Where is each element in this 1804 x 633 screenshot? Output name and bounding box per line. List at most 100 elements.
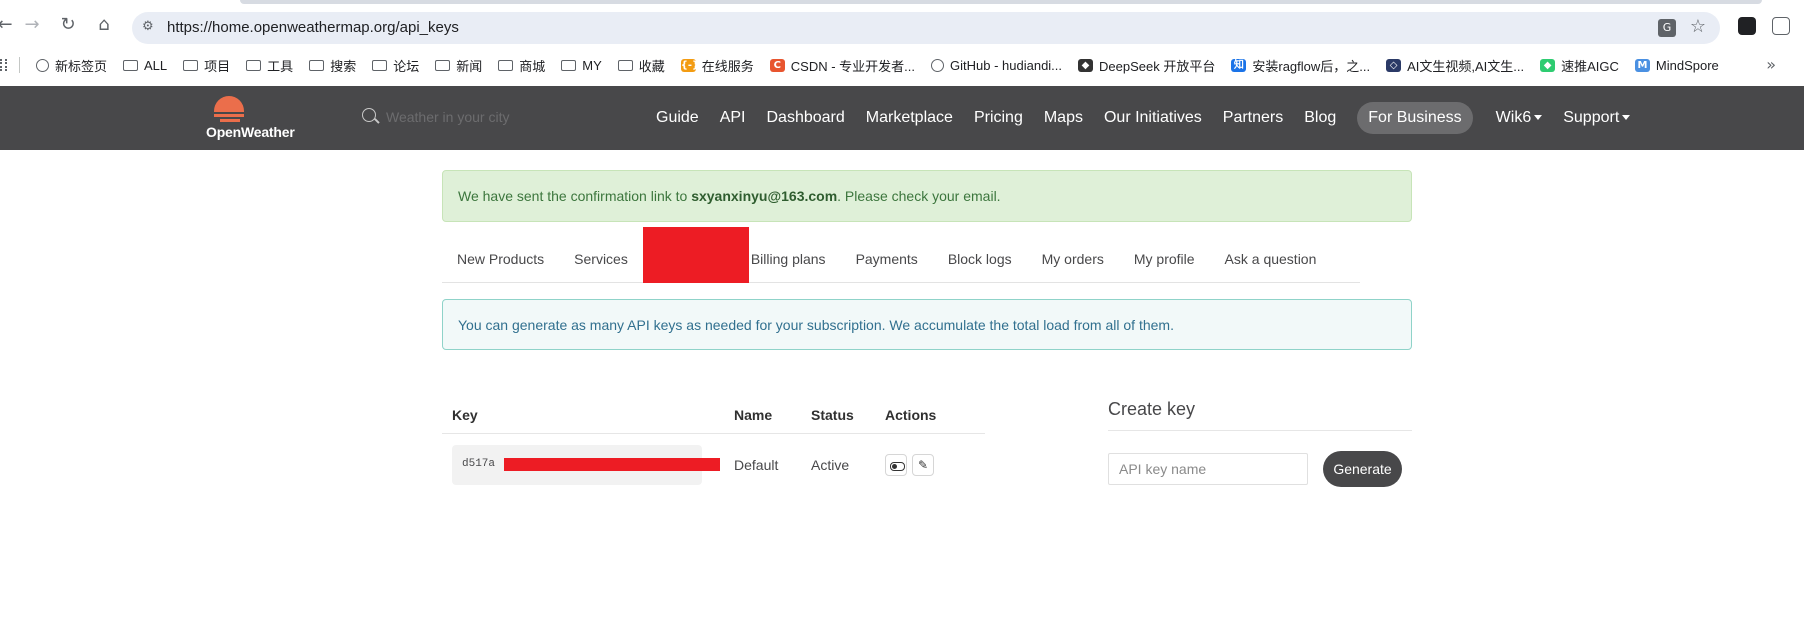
api-keys-table: Key Name Status Actions d517a Default Ac…	[442, 397, 985, 497]
bookmark-item[interactable]: ◆ 速推AIGC	[1540, 56, 1619, 75]
nav-pricing[interactable]: Pricing	[974, 109, 1023, 127]
site-info-icon[interactable]: ⚙	[142, 19, 160, 37]
extensions-puzzle-icon[interactable]	[1772, 17, 1790, 35]
apps-grid-icon[interactable]	[0, 59, 7, 71]
tab-billing-plans[interactable]: Billing plans	[751, 251, 841, 267]
site-favicon-icon: M	[1634, 58, 1650, 72]
home-icon[interactable]: ⌂	[93, 13, 115, 35]
bookmark-label: MindSpore	[1655, 57, 1719, 73]
openweather-logo[interactable]: OpenWeather	[206, 96, 302, 142]
api-key-text: d517a	[462, 458, 496, 471]
tab-services[interactable]: Services	[559, 251, 643, 267]
redacted-tab[interactable]	[642, 227, 749, 283]
user-menu[interactable]: Wik6	[1496, 109, 1543, 127]
bookmark-star-icon[interactable]: ☆	[1690, 16, 1706, 37]
browser-toolbar: ← → ↻ ⌂ ⚙ https://home.openweathermap.or…	[0, 0, 1804, 46]
tab-payments[interactable]: Payments	[841, 251, 933, 267]
folder-icon	[372, 59, 388, 71]
bookmark-item[interactable]: GitHub - hudiandi...	[931, 58, 1062, 73]
tab-block-logs[interactable]: Block logs	[933, 251, 1027, 267]
extension-icon[interactable]	[1738, 17, 1756, 35]
nav-marketplace[interactable]: Marketplace	[866, 109, 953, 127]
search-icon	[362, 108, 376, 122]
chevron-down-icon	[1534, 115, 1543, 121]
api-key-value[interactable]: d517a	[452, 445, 720, 486]
header-key: Key	[442, 397, 724, 434]
bookmark-label: 安装ragflow后，之...	[1252, 58, 1371, 74]
bookmarks-bar: 新标签页 ALL 项目 工具 搜索 论坛 新闻 商城 MY 收藏 {-} 在线服务 C CSDN - 专业…	[0, 50, 1804, 80]
user-name: Wik6	[1495, 109, 1532, 126]
back-icon[interactable]: ←	[0, 13, 16, 35]
bookmark-item[interactable]: 新标签页	[36, 56, 107, 75]
toggle-icon[interactable]	[885, 454, 907, 477]
bookmark-item[interactable]: 搜索	[309, 56, 356, 75]
header-status: Status	[801, 397, 875, 434]
generate-button[interactable]: Generate	[1323, 451, 1402, 487]
bookmark-item[interactable]: M MindSpore	[1634, 57, 1719, 73]
key-cell: d517a	[442, 433, 724, 497]
tab-new-products[interactable]: New Products	[442, 251, 559, 267]
edit-icon[interactable]: ✎	[912, 454, 934, 477]
key-name-cell: Default	[734, 457, 779, 474]
header-name: Name	[724, 397, 801, 434]
create-key-title: Create key	[1108, 397, 1412, 431]
logo-stripe	[220, 119, 240, 122]
city-search-input[interactable]	[386, 106, 556, 128]
bookmark-item[interactable]: 收藏	[617, 56, 665, 75]
bookmark-label: 搜索	[330, 58, 357, 74]
folder-icon	[123, 59, 139, 71]
support-menu[interactable]: Support	[1563, 109, 1631, 127]
bookmark-label: 新闻	[456, 58, 483, 74]
nav-our-initiatives[interactable]: Our Initiatives	[1104, 109, 1202, 127]
tab-ask-a-question[interactable]: Ask a question	[1210, 251, 1332, 267]
confirmation-alert: We have sent the confirmation link to sx…	[442, 170, 1412, 222]
forward-icon[interactable]: →	[21, 13, 43, 35]
folder-icon	[435, 59, 451, 71]
bookmark-item[interactable]: ◆ DeepSeek 开放平台	[1078, 56, 1215, 75]
nav-guide[interactable]: Guide	[656, 109, 699, 127]
folder-icon	[561, 59, 577, 71]
nav-maps[interactable]: Maps	[1044, 109, 1083, 127]
address-bar[interactable]: ⚙ https://home.openweathermap.org/api_ke…	[132, 12, 1720, 44]
tab-my-profile[interactable]: My profile	[1119, 251, 1210, 267]
alert-prefix: We have sent the confirmation link to	[458, 188, 692, 204]
bookmark-item[interactable]: {-} 在线服务	[680, 56, 754, 75]
city-search[interactable]	[362, 106, 562, 130]
nav-api[interactable]: API	[720, 109, 746, 127]
nav-dashboard[interactable]: Dashboard	[767, 109, 845, 127]
bookmark-item[interactable]: 新闻	[435, 56, 482, 75]
globe-icon	[36, 58, 49, 72]
site-favicon-icon: ◇	[1386, 58, 1402, 72]
alert-email: sxyanxinyu@163.com	[691, 188, 838, 204]
logo-text: OpenWeather	[206, 124, 295, 140]
chevron-down-icon	[1622, 115, 1631, 121]
bookmark-label: DeepSeek 开放平台	[1099, 58, 1216, 74]
account-tabs: New Products Services Billing plans Paym…	[442, 227, 1360, 283]
bookmark-label: 新标签页	[55, 58, 108, 74]
bookmark-item[interactable]: 工具	[246, 56, 293, 75]
for-business-button[interactable]: For Business	[1357, 102, 1473, 134]
nav-blog[interactable]: Blog	[1304, 109, 1336, 127]
tab-my-orders[interactable]: My orders	[1027, 251, 1119, 267]
nav-partners[interactable]: Partners	[1223, 109, 1283, 127]
bookmark-item[interactable]: ◇ AI文生视频,AI文生...	[1386, 56, 1524, 75]
url-text[interactable]: https://home.openweathermap.org/api_keys	[167, 19, 459, 36]
bookmark-item[interactable]: C CSDN - 专业开发者...	[769, 56, 915, 75]
reload-icon[interactable]: ↻	[57, 13, 79, 35]
bookmark-item[interactable]: 项目	[183, 56, 230, 75]
more-bookmarks-icon[interactable]: »	[1766, 55, 1776, 74]
bookmark-label: ALL	[144, 57, 168, 73]
api-key-name-input[interactable]	[1108, 453, 1308, 485]
bookmark-item[interactable]: 论坛	[372, 56, 419, 75]
translate-icon[interactable]: G	[1658, 19, 1676, 37]
folder-icon	[617, 59, 633, 71]
bookmark-label: GitHub - hudiandi...	[950, 57, 1063, 73]
logo-sun-icon	[214, 96, 244, 112]
bookmark-item[interactable]: ALL	[123, 58, 167, 73]
bookmark-label: AI文生视频,AI文生...	[1407, 58, 1525, 74]
bookmark-item[interactable]: 商城	[498, 56, 545, 75]
key-actions-cell: ✎	[875, 433, 985, 497]
bookmark-item[interactable]: 知安装ragflow后，之...	[1231, 56, 1370, 75]
bookmark-item[interactable]: MY	[561, 58, 602, 73]
bookmark-label: 论坛	[393, 58, 420, 74]
